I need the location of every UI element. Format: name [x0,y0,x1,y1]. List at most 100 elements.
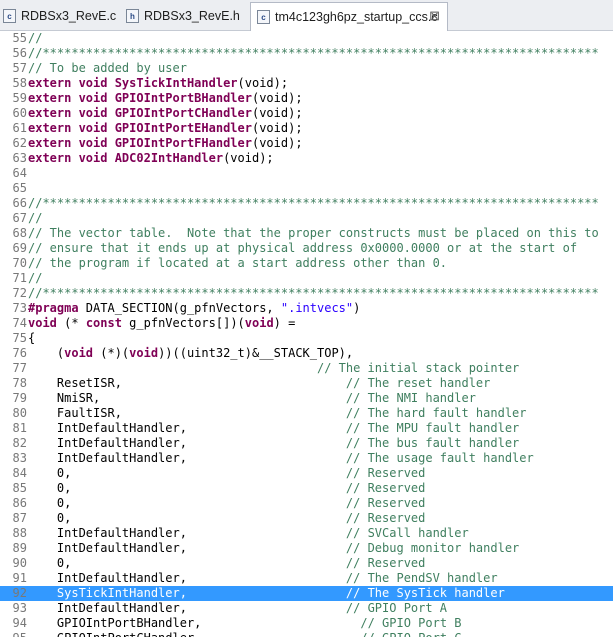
line-text: 0, // Reserved [28,496,425,511]
tab-rdbsx3-reve-c[interactable]: c RDBSx3_RevE.c [0,3,118,29]
code-token: //**************************************… [28,286,599,300]
code-line[interactable]: 65 [0,181,613,196]
line-number: 69 [12,241,27,255]
line-text: // To be added by user [28,61,187,76]
line-text: 0, // Reserved [28,511,425,526]
line-text: ResetISR, // The reset handler [28,376,491,391]
tab-startup-ccs-c[interactable]: c tm4c123gh6pz_startup_ccs.c ⊠ [250,2,448,31]
editor-tab-bar: c RDBSx3_RevE.c h RDBSx3_RevE.h c tm4c12… [0,0,613,31]
code-line[interactable]: 79 NmiSR, // The NMI handler [0,391,613,406]
code-line[interactable]: 91 IntDefaultHandler, // The PendSV hand… [0,571,613,586]
line-number: 92 [12,586,27,600]
line-number: 83 [12,451,27,465]
line-number: 86 [12,496,27,510]
code-token: const [85,316,130,330]
code-token: // GPIO Port A [345,601,448,615]
line-text: extern void GPIOIntPortCHandler(void); [28,106,303,121]
code-token: // The NMI handler [345,391,476,405]
line-text: // ensure that it ends up at physical ad… [28,241,577,256]
code-line[interactable]: 57// To be added by user [0,61,613,76]
code-token: DATA_SECTION(g_pfnVectors, [85,301,281,315]
code-token: SysTickIntHandler [114,76,238,90]
code-line[interactable]: 80 FaultISR, // The hard fault handler [0,406,613,421]
tab-rdbsx3-reve-h[interactable]: h RDBSx3_RevE.h [120,3,248,29]
code-line[interactable]: 75{ [0,331,613,346]
line-text: // The initial stack pointer [28,361,519,376]
code-token: // Reserved [345,496,426,510]
code-line[interactable]: 74 void (* const g_pfnVectors[])(void) = [0,316,613,331]
line-text: SysTickIntHandler, // The SysTick handle… [28,586,505,601]
code-line[interactable]: 67// [0,211,613,226]
code-line[interactable]: 64 [0,166,613,181]
close-tab-icon[interactable]: ⊠ [429,8,440,24]
code-line[interactable]: 95 GPIOIntPortCHandler, // GPIO Port C [0,631,613,637]
code-editor[interactable]: 55//56//********************************… [0,31,613,637]
code-token: // SVCall handler [345,526,469,540]
code-token: extern void [28,91,115,105]
line-text: IntDefaultHandler, // SVCall handler [28,526,469,541]
code-line[interactable]: 82 IntDefaultHandler, // The bus fault h… [0,436,613,451]
line-number: 73 [12,301,27,315]
code-line[interactable]: 58 extern void SysTickIntHandler(void); [0,76,613,91]
c-file-icon: c [3,9,16,23]
code-line[interactable]: 84 0, // Reserved [0,466,613,481]
code-line[interactable]: 68// The vector table. Note that the pro… [0,226,613,241]
code-line[interactable]: 76 (void (*)(void))((uint32_t)&__STACK_T… [0,346,613,361]
code-line[interactable]: 72//************************************… [0,286,613,301]
code-token: IntDefaultHandler, [28,451,346,465]
line-number: 67 [12,211,27,225]
code-line[interactable]: 88 IntDefaultHandler, // SVCall handler [0,526,613,541]
code-token: // GPIO Port B [360,616,462,630]
line-number: 93 [12,601,27,615]
line-number: 89 [12,541,27,555]
code-token: IntDefaultHandler, [28,421,346,435]
code-line[interactable]: 66//************************************… [0,196,613,211]
code-token: #pragma [28,301,86,315]
code-line[interactable]: 89 IntDefaultHandler, // Debug monitor h… [0,541,613,556]
code-line[interactable]: 85 0, // Reserved [0,481,613,496]
code-line[interactable]: 78 ResetISR, // The reset handler [0,376,613,391]
code-line[interactable]: 59 extern void GPIOIntPortBHandler(void); [0,91,613,106]
code-line[interactable]: 86 0, // Reserved [0,496,613,511]
line-text: extern void SysTickIntHandler(void); [28,76,288,91]
code-line[interactable]: 63 extern void ADC02IntHandler(void); [0,151,613,166]
code-token: // Debug monitor handler [345,541,520,555]
code-line[interactable]: 61 extern void GPIOIntPortEHandler(void); [0,121,613,136]
code-line[interactable]: 94 GPIOIntPortBHandler, // GPIO Port B [0,616,613,631]
code-line[interactable]: 77 // The initial stack pointer [0,361,613,376]
code-token: // Reserved [345,481,426,495]
code-token: // Reserved [345,466,426,480]
line-number: 78 [12,376,27,390]
code-token: // The initial stack pointer [316,361,520,375]
line-number: 94 [12,616,27,630]
h-file-icon: h [126,9,139,23]
code-line[interactable]: 93 IntDefaultHandler, // GPIO Port A [0,601,613,616]
code-line[interactable]: 56//************************************… [0,46,613,61]
code-line[interactable]: 90 0, // Reserved [0,556,613,571]
code-token: (void); [251,121,303,135]
code-line[interactable]: 69// ensure that it ends up at physical … [0,241,613,256]
line-number: 90 [12,556,27,570]
code-line[interactable]: 92 SysTickIntHandler, // The SysTick han… [0,586,613,601]
code-token: (void); [251,106,303,120]
code-token: void [64,346,101,360]
code-token: //**************************************… [28,196,599,210]
code-token: { [28,331,36,345]
line-text: extern void GPIOIntPortFHandler(void); [28,136,303,151]
code-token: // The MPU fault handler [345,421,520,435]
code-line[interactable]: 62 extern void GPIOIntPortFHandler(void); [0,136,613,151]
code-line[interactable]: 81 IntDefaultHandler, // The MPU fault h… [0,421,613,436]
code-token: SysTickIntHandler, [28,586,346,600]
code-line[interactable]: 60 extern void GPIOIntPortCHandler(void); [0,106,613,121]
code-line[interactable]: 55// [0,31,613,46]
line-number: 81 [12,421,27,435]
line-text: // the program if located at a start add… [28,256,447,271]
line-number: 72 [12,286,27,300]
code-token: // The hard fault handler [345,406,527,420]
code-line[interactable]: 73 #pragma DATA_SECTION(g_pfnVectors, ".i… [0,301,613,316]
code-line[interactable]: 87 0, // Reserved [0,511,613,526]
code-line[interactable]: 71// [0,271,613,286]
code-line[interactable]: 70// the program if located at a start a… [0,256,613,271]
code-line[interactable]: 83 IntDefaultHandler, // The usage fault… [0,451,613,466]
code-token: ) [353,301,361,315]
